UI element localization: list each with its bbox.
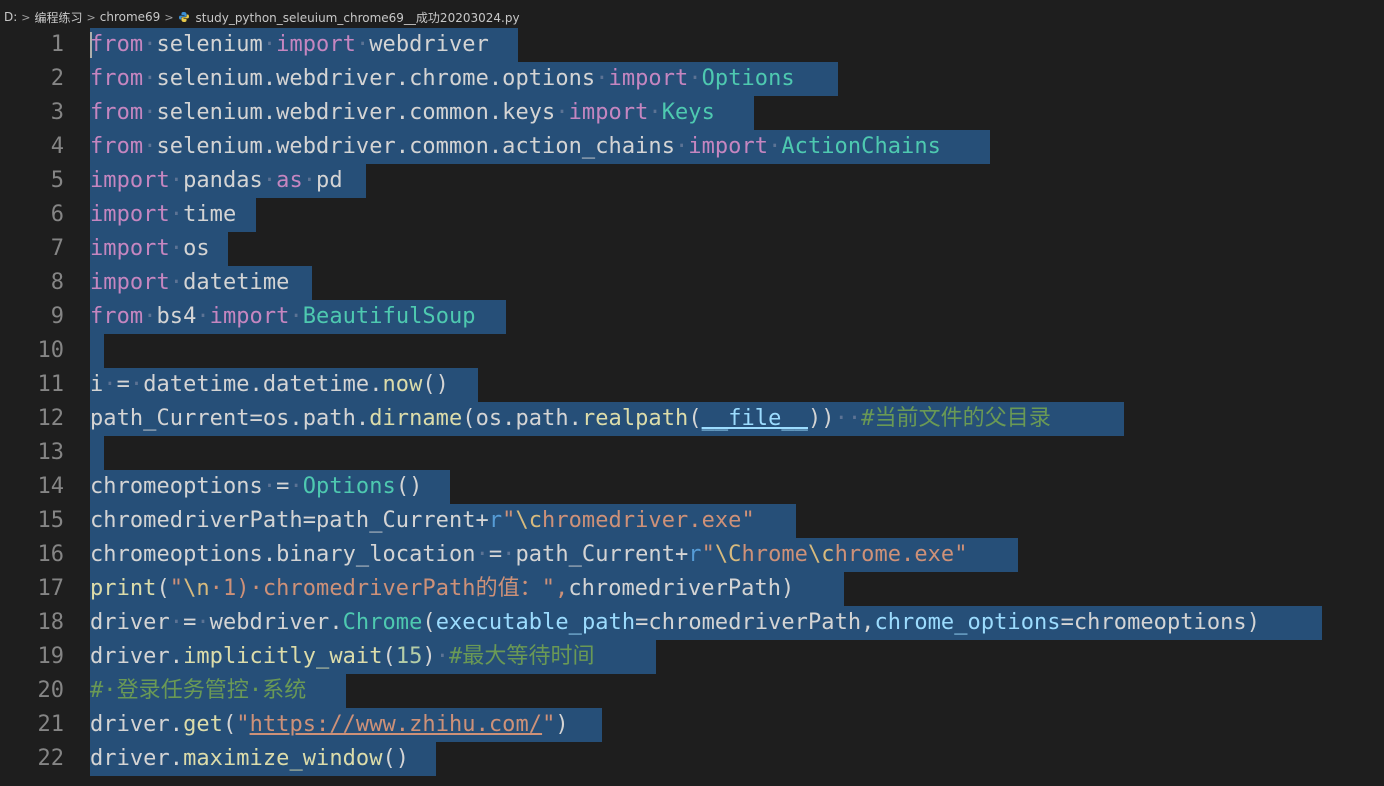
code-text: print("\n·1)·chromedriverPath的值：",chrome… [90,576,795,601]
line-number: 19 [37,644,65,669]
code-text: import·time [90,202,237,227]
code-text: import·pandas·as·pd [90,168,343,193]
code-line[interactable]: 19 driver.implicitly_wait(15)·#最大等待时间 [0,640,1384,674]
code-text: driver.get("https://www.zhihu.com/") [90,712,569,737]
code-text: import·os [90,236,210,261]
code-line[interactable]: 3 from·selenium.webdriver.common.keys·im… [0,96,1384,130]
code-line[interactable]: 11 i·=·datetime.datetime.now() [0,368,1384,402]
code-text: i·=·datetime.datetime.now() [90,372,449,397]
line-number: 14 [37,474,65,499]
code-line[interactable]: 18 driver·=·webdriver.Chrome(executable_… [0,606,1384,640]
code-line[interactable]: 14 chromeoptions·=·Options() [0,470,1384,504]
line-number: 4 [50,134,64,159]
breadcrumb-file[interactable]: study_python_seleuium_chrome69__成功202030… [196,9,520,26]
code-line[interactable]: 2 from·selenium.webdriver.chrome.options… [0,62,1384,96]
code-editor[interactable]: 1 from·selenium·import·webdriver 2 from·… [0,28,1384,786]
code-text: chromedriverPath=path_Current+r"\chromed… [90,508,755,533]
code-line[interactable]: 20 #·登录任务管控·系统 [0,674,1384,708]
code-text: #·登录任务管控·系统 [90,678,307,703]
line-number: 15 [37,508,65,533]
line-number: 9 [50,304,64,329]
line-number: 11 [37,372,65,397]
line-number: 3 [50,100,64,125]
line-number: 6 [50,202,64,227]
code-line[interactable]: 15 chromedriverPath=path_Current+r"\chro… [0,504,1384,538]
code-text: driver.maximize_window() [90,746,410,771]
line-number: 12 [37,406,65,431]
line-number: 16 [37,542,65,567]
line-number: 8 [50,270,64,295]
code-text: import·datetime [90,270,290,295]
line-number: 18 [37,610,65,635]
chevron-right-icon: > [21,10,31,24]
line-number: 21 [37,712,65,737]
code-text: from·selenium.webdriver.common.action_ch… [90,134,941,159]
url-link[interactable]: https://www.zhihu.com/ [250,712,543,737]
code-text: from·selenium.webdriver.common.keys·impo… [90,100,715,125]
code-text: from·bs4·import·BeautifulSoup [90,304,476,329]
breadcrumb-folder-1[interactable]: 编程练习 [35,9,83,26]
text-cursor [90,32,92,58]
code-line[interactable]: 1 from·selenium·import·webdriver [0,28,1384,62]
code-text: path_Current=os.path.dirname(os.path.rea… [90,406,1051,431]
line-number: 5 [50,168,64,193]
code-line[interactable]: 5 import·pandas·as·pd [0,164,1384,198]
code-text: driver·=·webdriver.Chrome(executable_pat… [90,610,1261,635]
code-text: from·selenium·import·webdriver [90,32,489,57]
chevron-right-icon: > [164,10,174,24]
code-line[interactable]: 16 chromeoptions.binary_location·=·path_… [0,538,1384,572]
code-line[interactable]: 22 driver.maximize_window() [0,742,1384,776]
selection-highlight [90,436,104,470]
code-line[interactable]: 13 [0,436,1384,470]
breadcrumb-folder-2[interactable]: chrome69 [100,10,161,24]
code-line[interactable]: 4 from·selenium.webdriver.common.action_… [0,130,1384,164]
code-line[interactable]: 10 [0,334,1384,368]
code-line[interactable]: 17 print("\n·1)·chromedriverPath的值：",chr… [0,572,1384,606]
code-line[interactable]: 21 driver.get("https://www.zhihu.com/") [0,708,1384,742]
code-text: chromeoptions·=·Options() [90,474,423,499]
chevron-right-icon: > [86,10,96,24]
line-number: 17 [37,576,65,601]
breadcrumb-drive[interactable]: D: [4,10,17,24]
line-number: 20 [37,678,65,703]
line-number: 22 [37,746,65,771]
line-number: 13 [37,440,65,465]
line-number: 10 [37,338,65,363]
code-line[interactable]: 9 from·bs4·import·BeautifulSoup [0,300,1384,334]
code-text: driver.implicitly_wait(15)·#最大等待时间 [90,644,595,669]
line-number: 1 [50,32,64,57]
selection-highlight [90,334,104,368]
code-line[interactable]: 6 import·time [0,198,1384,232]
line-number: 2 [50,66,64,91]
code-text: chromeoptions.binary_location·=·path_Cur… [90,542,968,567]
code-text: from·selenium.webdriver.chrome.options·i… [90,66,795,91]
python-file-icon [178,12,189,22]
code-line[interactable]: 7 import·os [0,232,1384,266]
code-line[interactable]: 8 import·datetime [0,266,1384,300]
code-line[interactable]: 12 path_Current=os.path.dirname(os.path.… [0,402,1384,436]
line-number: 7 [50,236,64,261]
